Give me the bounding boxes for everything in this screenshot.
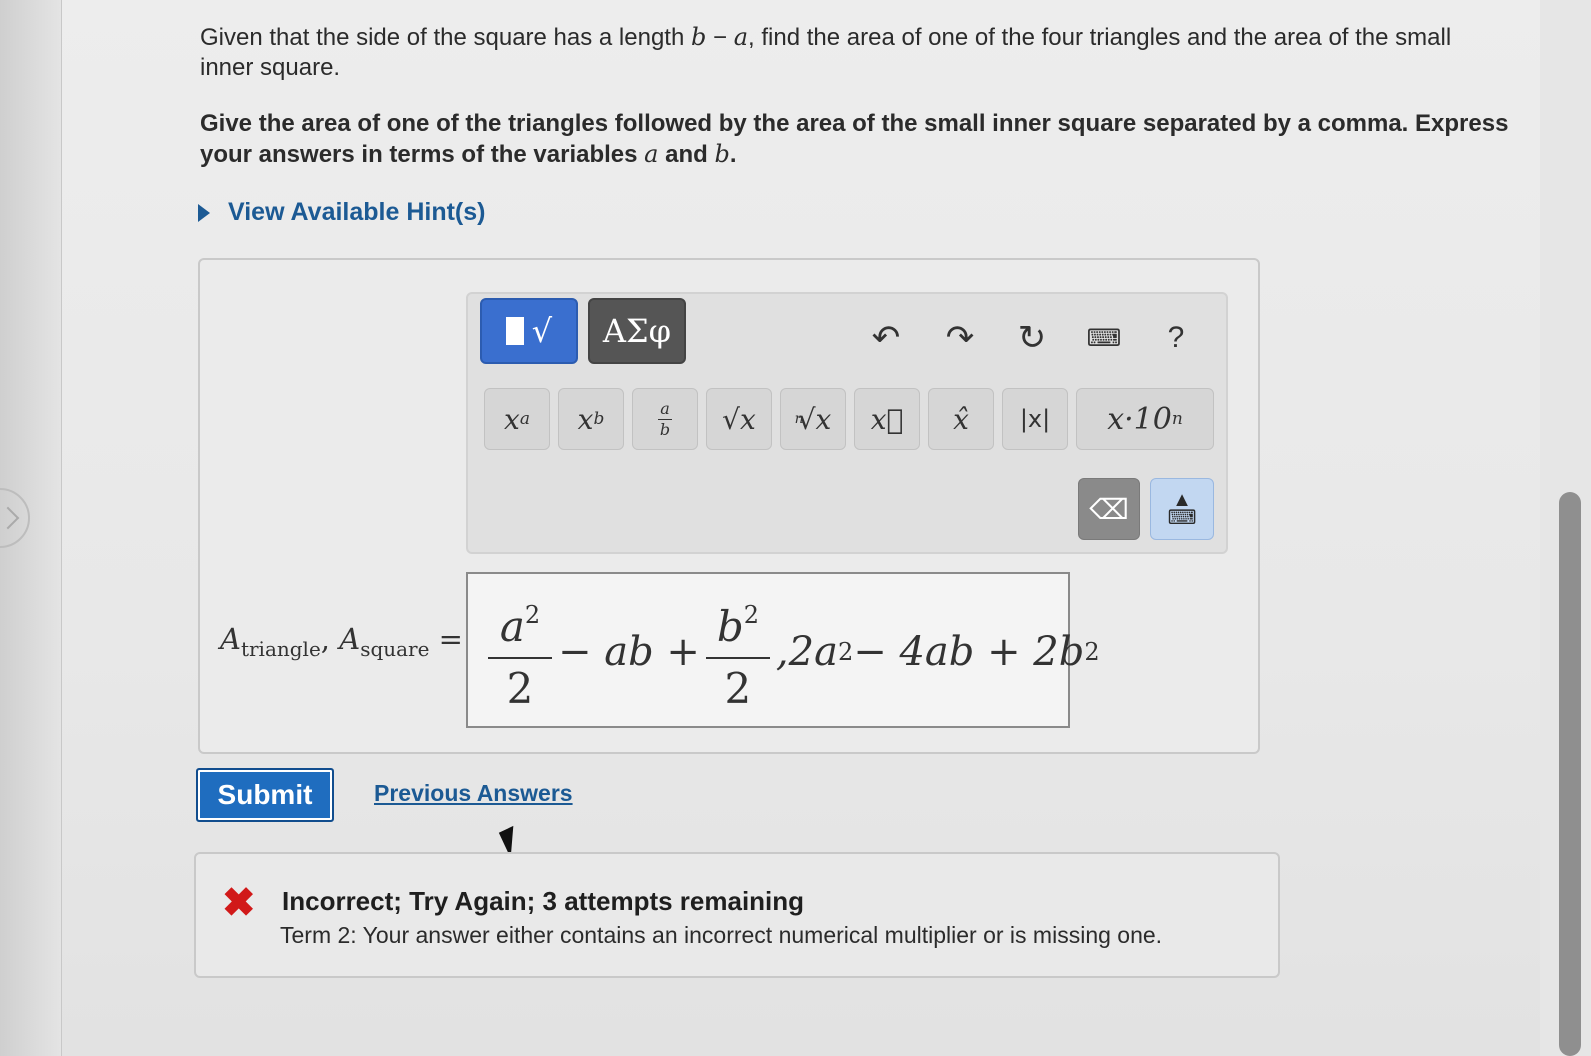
fraction-a2-over-2: a2 2 — [488, 591, 552, 713]
keyboard-icon: ⌨ — [1167, 507, 1197, 529]
question-instructions: Give the area of one of the triangles fo… — [200, 108, 1510, 170]
previous-answers-link[interactable]: Previous Answers — [374, 780, 573, 807]
variable-a: a — [733, 23, 749, 51]
fraction-button[interactable]: a b — [632, 388, 698, 450]
vector-button[interactable]: x⃗ — [854, 388, 920, 450]
fraction-numerator: a2 — [500, 591, 540, 651]
label-a-square: A — [339, 622, 361, 656]
hint-label[interactable]: View Available Hint(s) — [228, 198, 485, 227]
tail-a-exponent: 2 — [837, 638, 854, 666]
instructions-text: and — [658, 141, 715, 168]
scrollbar-thumb[interactable] — [1559, 492, 1581, 1056]
redo-icon[interactable]: ↷ — [938, 316, 982, 360]
power-exponent: a — [519, 409, 530, 429]
fraction-bar — [705, 657, 770, 659]
tab-symbols[interactable]: ΑΣφ — [588, 298, 686, 364]
fraction-icon: a b — [658, 398, 672, 439]
tail-b-exponent: 2 — [1084, 638, 1100, 666]
fraction-b2-over-2: b2 2 — [705, 591, 770, 713]
left-edge — [0, 0, 62, 1056]
fraction-denominator: 2 — [506, 664, 534, 713]
sqrt-button[interactable]: √x — [706, 388, 772, 450]
expression-tail-a: ,2a — [775, 629, 838, 675]
subscript-base: x — [577, 402, 594, 436]
fraction-bar — [488, 657, 552, 659]
label-sub-square: square — [360, 636, 430, 661]
numerator-variable: a — [499, 602, 525, 651]
error-x-icon: ✖ — [222, 881, 256, 925]
absolute-value-icon: |x| — [1019, 405, 1051, 433]
caret-right-icon — [198, 203, 210, 222]
label-sub-triangle: triangle — [240, 636, 321, 661]
label-comma: , — [320, 622, 340, 656]
fraction-denominator: b — [659, 419, 671, 439]
instructions-text: . — [729, 141, 737, 168]
reset-icon[interactable]: ↻ — [1010, 316, 1054, 360]
label-equals: = — [429, 622, 463, 656]
placeholder-box-icon — [505, 317, 524, 345]
fraction-numerator: b2 — [717, 591, 759, 651]
nth-root-icon: √x — [797, 402, 832, 436]
submit-button[interactable]: Submit — [196, 768, 334, 822]
answer-expression: a2 2 − ab + b2 2 ,2a 2 − 4ab + 2b 2 — [482, 582, 1100, 722]
previous-page-arrow-icon[interactable] — [0, 488, 30, 548]
unit-vector-button[interactable]: x̂ — [928, 388, 994, 450]
variable-b: b — [691, 23, 707, 51]
backspace-icon[interactable]: ⌫ — [1078, 478, 1140, 540]
expression-middle: − ab + — [558, 629, 700, 675]
scientific-notation-button[interactable]: x·10 n — [1076, 388, 1214, 450]
power-button[interactable]: xa — [484, 388, 550, 450]
fraction-denominator: 2 — [724, 664, 752, 713]
keyboard-shortcuts-icon[interactable]: ⌨ — [1082, 316, 1126, 360]
scientific-notation-base: x·10 — [1107, 401, 1172, 437]
feedback-panel: ✖ Incorrect; Try Again; 3 attempts remai… — [194, 852, 1280, 978]
variable-a: a — [644, 140, 659, 168]
numerator-exponent: 2 — [524, 601, 541, 629]
subscript-index: b — [593, 409, 605, 429]
nth-root-button[interactable]: n √x — [780, 388, 846, 450]
hint-toggle[interactable]: View Available Hint(s) — [198, 198, 485, 227]
variable-b: b — [714, 140, 730, 168]
sqrt-icon: √ — [531, 312, 553, 350]
hat-icon: x̂ — [953, 402, 969, 436]
help-button[interactable]: ? — [1154, 316, 1198, 360]
feedback-detail: Term 2: Your answer either contains an i… — [280, 922, 1163, 948]
instructions-text: Give the area of one of the triangles fo… — [200, 110, 1509, 168]
numerator-exponent: 2 — [743, 601, 759, 629]
minus-sign: − — [706, 24, 734, 51]
sqrt-icon: √x — [722, 402, 756, 436]
scientific-notation-exponent: n — [1171, 409, 1183, 429]
fraction-numerator: a — [660, 398, 670, 418]
symbols-tab-label: ΑΣφ — [602, 312, 672, 350]
undo-icon[interactable]: ↶ — [864, 316, 908, 360]
expression-tail-b: − 4ab + 2b — [853, 629, 1085, 675]
keyboard-toggle-button[interactable]: ▲ ⌨ — [1150, 478, 1214, 540]
question-text: Given that the side of the square has a … — [200, 22, 1490, 83]
power-base: x — [504, 402, 520, 436]
feedback-title: Incorrect; Try Again; 3 attempts remaini… — [282, 886, 805, 916]
answer-input[interactable]: a2 2 − ab + b2 2 ,2a 2 − 4ab + 2b 2 — [466, 572, 1100, 728]
scrollbar-track[interactable] — [1540, 0, 1591, 1056]
answer-label: Atriangle, Asquare = — [220, 622, 463, 661]
math-palette: √ ΑΣφ ↶ ↷ ↻ ⌨ ? xa xb a b √x n √x x⃗ x̂ |… — [466, 292, 1228, 554]
numerator-variable: b — [716, 602, 744, 651]
label-a-triangle: A — [220, 622, 241, 656]
vector-icon: x⃗ — [870, 402, 904, 436]
question-text-segment: Given that the side of the square has a … — [200, 24, 691, 51]
subscript-button[interactable]: xb — [558, 388, 624, 450]
tab-templates[interactable]: √ — [480, 298, 578, 364]
absolute-value-button[interactable]: |x| — [1002, 388, 1068, 450]
